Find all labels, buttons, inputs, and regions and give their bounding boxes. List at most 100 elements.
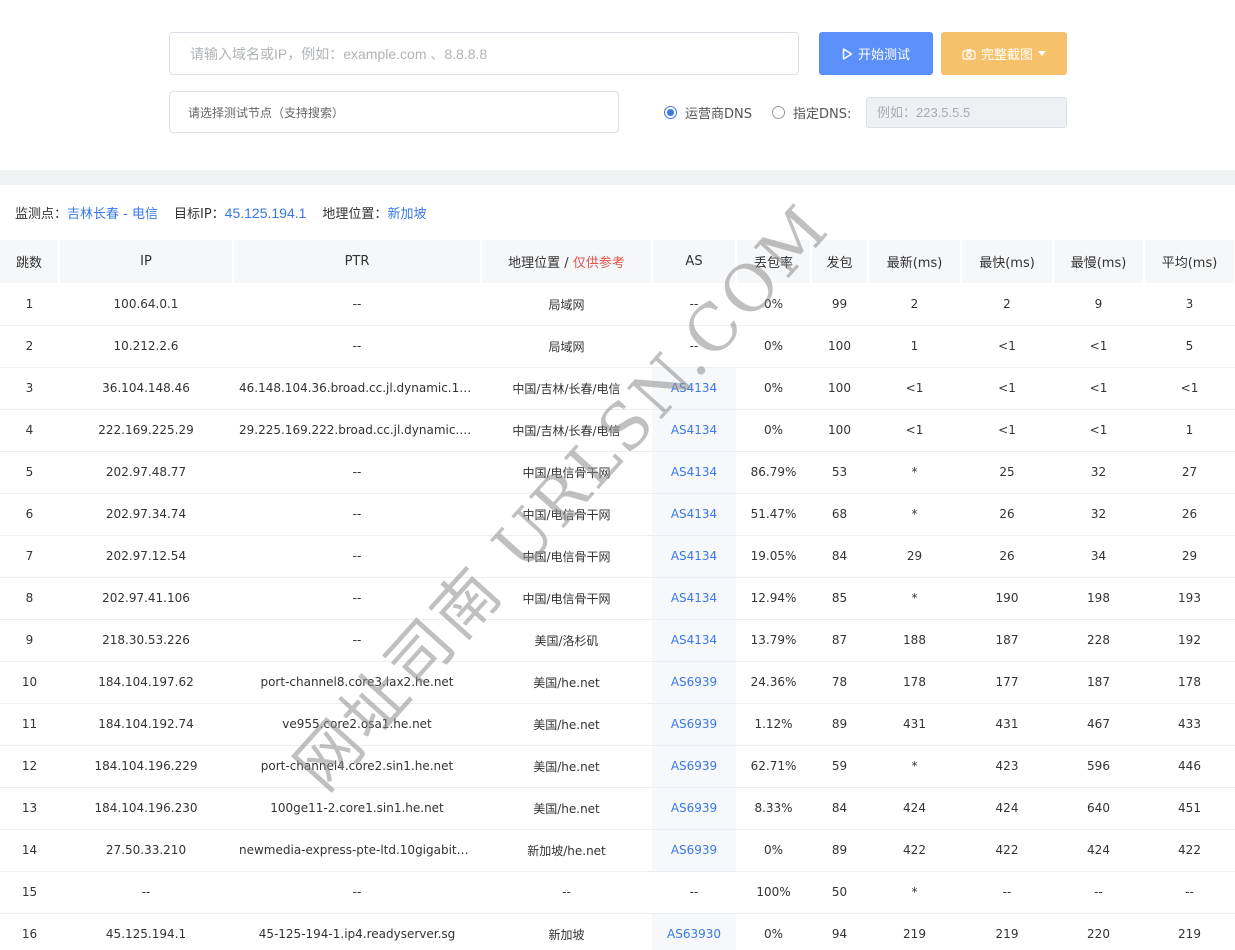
cell-avg: 26 [1144,493,1235,536]
cell-latest: 219 [868,913,961,950]
cell-loss: 8.33% [736,787,811,830]
cell-loss: 13.79% [736,619,811,662]
table-row: 10 184.104.197.62 port-channel8.core3.lax2… [0,661,1235,704]
isp-dns-label[interactable]: 运营商DNS [685,103,752,122]
as-number-link[interactable]: AS6939 [671,843,717,857]
traceroute-table: 跳数 IP PTR 地理位置 / 仅供参考 AS 丢包率 发包 最新(ms) 最… [0,240,1235,950]
cell-hop: 14 [0,829,59,872]
as-number-link[interactable]: AS4134 [671,465,717,479]
cell-ip: 202.97.12.54 [59,535,233,578]
cell-latest: 1 [868,325,961,368]
cell-worst: 220 [1053,913,1144,950]
cell-avg: 3 [1144,283,1235,326]
cell-as: AS6939 [652,661,736,704]
cell-avg: <1 [1144,367,1235,410]
cell-geo: 美国/he.net [481,787,652,830]
play-icon [842,47,853,60]
as-number-link[interactable]: AS4134 [671,381,717,395]
test-node-select[interactable]: 请选择测试节点（支持搜索） [169,91,619,133]
cell-geo: 中国/电信骨干网 [481,535,652,578]
cell-ip: 27.50.33.210 [59,829,233,872]
cell-hop: 4 [0,409,59,452]
cell-avg: 27 [1144,451,1235,494]
header-geo-label: 地理位置 / [508,255,573,271]
custom-dns-label[interactable]: 指定DNS: [793,103,851,122]
header-hop: 跳数 [0,240,60,284]
search-panel: 开始测试 完整截图 请选择测试节点（支持搜索） 运营商DNS 指定DNS: [0,0,1235,170]
header-loss: 丢包率 [736,240,812,284]
cell-ptr: -- [233,325,481,368]
table-row: 2 10.212.2.6 -- 局域网 -- 0% 100 1 <1 <1 5 [0,325,1235,368]
cell-ip: 184.104.196.229 [59,745,233,788]
as-number-link[interactable]: AS4134 [671,633,717,647]
cell-latest: 422 [868,829,961,872]
cell-avg: 193 [1144,577,1235,620]
cell-avg: -- [1144,871,1235,914]
cell-latest: 29 [868,535,961,578]
cell-worst: <1 [1053,367,1144,410]
as-number-link[interactable]: AS4134 [671,591,717,605]
cell-worst: 467 [1053,703,1144,746]
as-number-link[interactable]: AS4134 [671,423,717,437]
table-row: 11 184.104.192.74 ve955.core2.osa1.he.net 美… [0,703,1235,746]
cell-worst: 9 [1053,283,1144,326]
cell-avg: 433 [1144,703,1235,746]
cell-best: 431 [961,703,1053,746]
monitor-value: 吉林长春 - 电信 [67,207,158,222]
as-number-link[interactable]: AS6939 [671,759,717,773]
start-test-label: 开始测试 [857,48,910,63]
cell-geo: 新加坡 [481,913,652,950]
camera-icon [962,48,976,60]
cell-sent: 53 [811,451,868,494]
cell-hop: 7 [0,535,59,578]
cell-sent: 87 [811,619,868,662]
cell-geo: 美国/he.net [481,703,652,746]
cell-geo: -- [481,871,652,914]
custom-dns-radio[interactable] [772,106,785,119]
cell-worst: 596 [1053,745,1144,788]
cell-sent: 59 [811,745,868,788]
cell-avg: 451 [1144,787,1235,830]
start-test-button[interactable]: 开始测试 [819,32,933,75]
cell-sent: 100 [811,409,868,452]
header-geo-ref: 仅供参考 [572,255,625,271]
cell-hop: 11 [0,703,59,746]
full-screenshot-label: 完整截图 [980,48,1033,63]
isp-dns-radio[interactable] [664,106,677,119]
cell-as: AS4134 [652,409,736,452]
cell-loss: 24.36% [736,661,811,704]
cell-best: -- [961,871,1053,914]
cell-as: AS6939 [652,745,736,788]
as-number-link[interactable]: AS4134 [671,507,717,521]
cell-worst: 198 [1053,577,1144,620]
domain-input[interactable] [169,32,799,75]
as-number-link[interactable]: AS6939 [671,675,717,689]
full-screenshot-button[interactable]: 完整截图 [941,32,1067,75]
cell-sent: 68 [811,493,868,536]
as-number-link[interactable]: AS6939 [671,801,717,815]
table-body: 1 100.64.0.1 -- 局域网 -- 0% 99 2 2 9 3 2 10.212.2.6 -- 局… [0,283,1235,950]
cell-hop: 2 [0,325,59,368]
cell-loss: 86.79% [736,451,811,494]
cell-sent: 78 [811,661,868,704]
cell-worst: <1 [1053,325,1144,368]
cell-geo: 美国/he.net [481,661,652,704]
cell-ip: -- [59,871,233,914]
as-number-link[interactable]: AS4134 [671,549,717,563]
cell-ptr: 100ge11-2.core1.sin1.he.net [233,787,481,830]
cell-sent: 85 [811,577,868,620]
cell-avg: 192 [1144,619,1235,662]
cell-hop: 16 [0,913,59,950]
cell-as: AS63930 [652,913,736,950]
cell-as: -- [652,871,736,914]
cell-latest: 2 [868,283,961,326]
cell-ip: 184.104.197.62 [59,661,233,704]
cell-geo: 中国/吉林/长春/电信 [481,409,652,452]
as-number-link[interactable]: AS63930 [667,927,721,941]
table-row: 8 202.97.41.106 -- 中国/电信骨干网 AS4134 12.94% 85 * 1… [0,577,1235,620]
as-number-link[interactable]: AS6939 [671,717,717,731]
custom-dns-input[interactable] [866,97,1067,128]
cell-latest: 178 [868,661,961,704]
table-row: 6 202.97.34.74 -- 中国/电信骨干网 AS4134 51.47% 68 * 26… [0,493,1235,536]
header-avg: 平均(ms) [1144,240,1235,284]
